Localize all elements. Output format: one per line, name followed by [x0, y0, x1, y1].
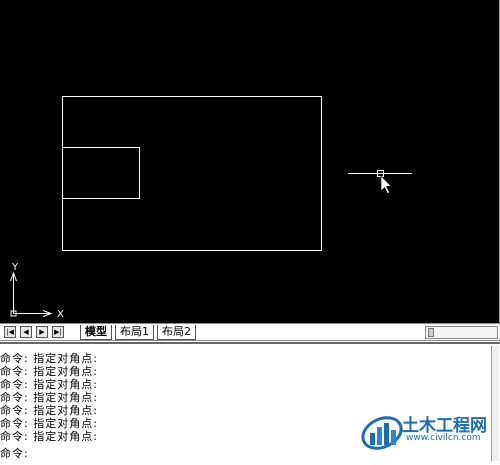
nav-first-button[interactable]: |◀: [4, 326, 16, 338]
tab-layout2[interactable]: 布局2: [157, 325, 196, 340]
command-history-line: 命令: 指定对角点:: [0, 430, 98, 443]
axis-y-label: Y: [11, 262, 19, 273]
inner-rectangle[interactable]: [62, 147, 140, 199]
command-history-line: 命令: 指定对角点:: [0, 378, 98, 391]
civilcn-logo-icon: [361, 416, 403, 450]
nav-prev-button[interactable]: ◀: [20, 326, 32, 338]
command-history-line: 命令: 指定对角点:: [0, 404, 98, 417]
scrollbar-thumb[interactable]: [428, 328, 434, 337]
drawing-geometry: Y X: [10, 96, 412, 320]
drawing-canvas[interactable]: Y X: [0, 0, 500, 323]
outer-rectangle[interactable]: [62, 96, 322, 251]
ucs-icon: Y X: [10, 262, 64, 320]
tab-model[interactable]: 模型: [80, 325, 112, 340]
command-history-line: 命令: 指定对角点:: [0, 417, 98, 430]
mouse-cursor-icon: [380, 175, 392, 194]
axis-x-label: X: [57, 309, 64, 320]
layout-tab-bar: |◀ ◀ ▶ ▶| 模型 布局1 布局2: [0, 323, 500, 341]
command-history-line: 命令: 指定对角点:: [0, 391, 98, 404]
horizontal-scrollbar[interactable]: [425, 326, 498, 339]
nav-last-button[interactable]: ▶|: [52, 326, 64, 338]
command-history-line: 命令: 指定对角点:: [0, 365, 98, 378]
command-history-line: 命令: 指定对角点:: [0, 352, 98, 365]
command-prompt-input[interactable]: 命令:: [0, 447, 360, 460]
nav-next-button[interactable]: ▶: [36, 326, 48, 338]
site-watermark: 土木工程网 www.civilcn.com: [356, 405, 500, 465]
tab-layout1[interactable]: 布局1: [115, 325, 154, 340]
watermark-url: www.civilcn.com: [406, 433, 481, 443]
